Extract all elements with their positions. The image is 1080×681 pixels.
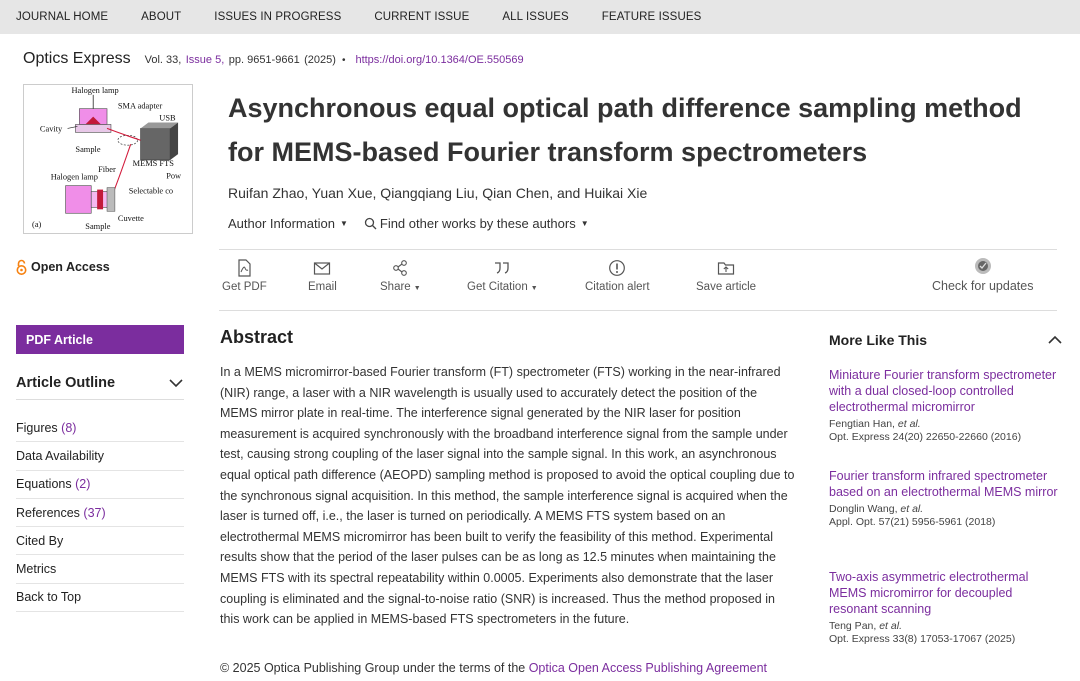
article-outline-title: Article Outline: [16, 374, 116, 391]
doi-link[interactable]: https://doi.org/10.1364/OE.550569: [355, 54, 523, 66]
related-article-title[interactable]: Fourier transform infrared spectrometer …: [829, 468, 1059, 500]
outline-item-back-to-top[interactable]: Back to Top: [16, 584, 184, 613]
related-article: Miniature Fourier transform spectrometer…: [829, 367, 1059, 443]
alert-icon: [609, 260, 626, 276]
chevron-down-icon: [169, 378, 183, 387]
abstract-heading: Abstract: [220, 327, 294, 347]
related-article-citation: Opt. Express 33(8) 17053-17067 (2025): [829, 633, 1016, 645]
nav-issues-in-progress[interactable]: ISSUES IN PROGRESS: [214, 11, 341, 23]
publishing-agreement-link[interactable]: Optica Open Access Publishing Agreement: [529, 661, 767, 675]
outline-item-data-availability[interactable]: Data Availability: [16, 442, 184, 471]
open-access-badge: Open Access: [16, 259, 110, 275]
nav-current-issue[interactable]: CURRENT ISSUE: [374, 11, 469, 23]
outline-item-metrics[interactable]: Metrics: [16, 555, 184, 584]
article-title: Asynchronous equal optical path differen…: [228, 93, 1022, 167]
related-article-author: Teng Pan, et al.: [829, 620, 902, 632]
related-article: Two-axis asymmetric electrothermal MEMS …: [829, 569, 1059, 645]
journal-citation-line: Optics Express Vol. 33, Issue 5, pp. 965…: [23, 50, 524, 68]
caret-down-icon: ▼: [413, 285, 421, 292]
related-article-title[interactable]: Miniature Fourier transform spectrometer…: [829, 367, 1059, 415]
fig-label: (a): [32, 220, 42, 229]
fig-label: Cavity: [40, 124, 63, 133]
share-icon: [393, 260, 408, 276]
article-outline-list: Figures (8) Data Availability Equations …: [16, 414, 184, 613]
crossmark-icon: [974, 258, 991, 274]
fig-label: USB: [159, 114, 176, 123]
email-icon: [314, 262, 331, 275]
quote-icon: [495, 262, 509, 274]
get-pdf-button[interactable]: Get PDF: [222, 259, 267, 293]
fig-label: MEMS FTS: [133, 159, 175, 168]
open-access-label: Open Access: [31, 260, 110, 274]
fig-label: Selectable co: [129, 187, 173, 196]
issue-link[interactable]: Issue 5,: [186, 54, 225, 66]
nav-journal-home[interactable]: JOURNAL HOME: [16, 11, 108, 23]
check-for-updates-button[interactable]: Check for updates: [932, 257, 1033, 293]
fig-label: Sample: [75, 145, 100, 154]
fig-label: Pow: [166, 172, 182, 181]
citation-alert-button[interactable]: Citation alert: [585, 259, 650, 293]
outline-item-figures[interactable]: Figures (8): [16, 414, 184, 443]
figure-thumbnail[interactable]: Halogen lamp Cavity Sample SMA adapter U…: [23, 84, 193, 234]
article-toolbar: Get PDF Email Share ▼ Get Citation ▼ Citat…: [219, 249, 1057, 311]
top-navigation: JOURNAL HOME ABOUT ISSUES IN PROGRESS CU…: [0, 0, 1080, 34]
chevron-up-icon: [1048, 335, 1062, 344]
caret-down-icon: ▼: [580, 219, 589, 228]
author-tools: Author Information ▼ Find other works by…: [228, 216, 605, 231]
author-list: Ruifan Zhao, Yuan Xue, Qiangqiang Liu, Q…: [228, 185, 648, 201]
share-button[interactable]: Share ▼: [380, 259, 421, 293]
search-icon: [364, 217, 377, 230]
abstract-text: In a MEMS micromirror-based Fourier tran…: [220, 365, 795, 627]
email-button[interactable]: Email: [308, 259, 337, 293]
volume: Vol. 33,: [144, 54, 182, 66]
author-information-dropdown[interactable]: Author Information: [228, 216, 335, 231]
related-article-author: Fengtian Han, et al.: [829, 418, 921, 430]
separator-dot: •: [341, 55, 346, 66]
more-like-this-toggle[interactable]: More Like This: [829, 328, 1063, 352]
related-article-citation: Appl. Opt. 57(21) 5956-5961 (2018): [829, 516, 996, 528]
find-other-works-dropdown[interactable]: Find other works by these authors: [380, 216, 576, 231]
pages: pp. 9651-9661: [228, 54, 300, 66]
fig-label: Halogen lamp: [51, 173, 98, 182]
year: (2025): [304, 54, 336, 66]
related-article-author: Donglin Wang, et al.: [829, 503, 924, 515]
related-article-title[interactable]: Two-axis asymmetric electrothermal MEMS …: [829, 569, 1059, 617]
fig-label: Sample: [85, 222, 110, 231]
fig-label: Cuvette: [118, 214, 144, 223]
related-article: Fourier transform infrared spectrometer …: [829, 468, 1059, 528]
nav-feature-issues[interactable]: FEATURE ISSUES: [602, 11, 702, 23]
fig-label: SMA adapter: [118, 102, 163, 111]
related-article-citation: Opt. Express 24(20) 22650-22660 (2016): [829, 431, 1022, 443]
journal-name[interactable]: Optics Express: [23, 50, 131, 68]
fig-label: Fiber: [98, 165, 116, 174]
outline-item-cited-by[interactable]: Cited By: [16, 527, 184, 556]
open-lock-icon: [16, 259, 27, 275]
outline-item-equations[interactable]: Equations (2): [16, 471, 184, 499]
nav-all-issues[interactable]: ALL ISSUES: [502, 11, 568, 23]
caret-down-icon: ▼: [339, 219, 348, 228]
folder-save-icon: [717, 262, 735, 275]
save-article-button[interactable]: Save article: [696, 259, 756, 293]
fig-label: Halogen lamp: [71, 86, 118, 95]
more-like-this-heading: More Like This: [829, 332, 928, 348]
nav-about[interactable]: ABOUT: [141, 11, 181, 23]
pdf-file-icon: [238, 259, 251, 277]
copyright-notice: © 2025 Optica Publishing Group under the…: [220, 661, 768, 675]
outline-item-references[interactable]: References (37): [16, 499, 184, 528]
get-citation-button[interactable]: Get Citation ▼: [467, 259, 538, 293]
pdf-article-button[interactable]: PDF Article: [16, 325, 184, 354]
caret-down-icon: ▼: [530, 285, 538, 292]
article-outline-toggle[interactable]: Article Outline: [16, 366, 184, 400]
